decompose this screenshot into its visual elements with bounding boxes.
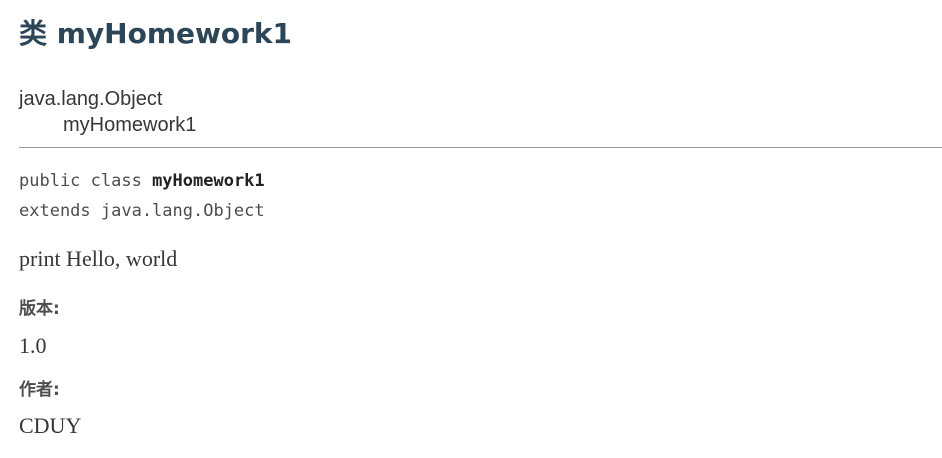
author-value: CDUY: [19, 413, 82, 438]
signature-extends: extends java.lang.Object: [19, 201, 265, 221]
version-label: 版本:: [19, 299, 60, 319]
signature-prefix: public class: [19, 171, 153, 191]
page-title: 类 myHomework1: [19, 17, 293, 50]
class-description: print Hello, world: [19, 246, 178, 271]
current-class-name: myHomework1: [63, 114, 197, 136]
inheritance-tree: java.lang.Object myHomework1: [19, 86, 196, 138]
author-label: 作者:: [19, 380, 60, 400]
parent-class-link[interactable]: java.lang.Object: [19, 88, 162, 110]
class-signature: public class myHomework1 extends java.la…: [19, 166, 265, 226]
version-value: 1.0: [19, 333, 47, 358]
divider: [19, 147, 942, 148]
signature-class-name: myHomework1: [152, 171, 265, 191]
